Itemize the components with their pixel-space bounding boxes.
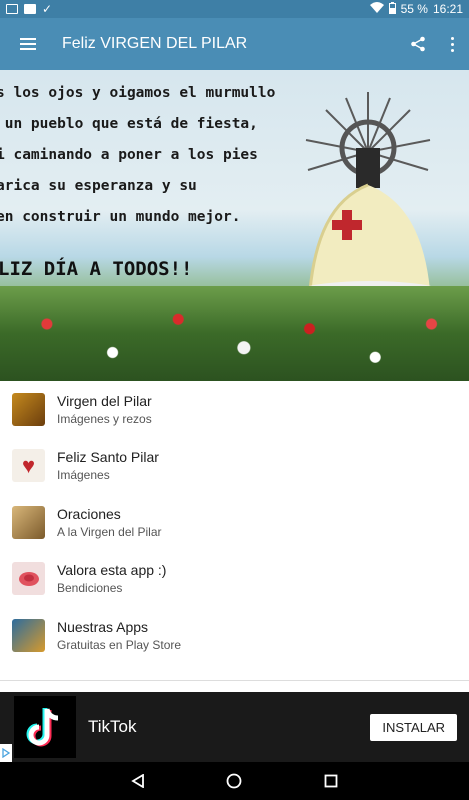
banner-greeting: LIZ DÍA A TODOS!! [0,258,193,280]
list-item-title: Oraciones [57,505,121,522]
wifi-icon [369,2,384,16]
battery-icon [388,1,396,17]
recents-icon[interactable] [316,766,346,796]
list-item-valora-app[interactable]: Valora esta app :) Bendiciones [0,551,469,608]
more-vert-icon[interactable] [435,18,469,70]
list-item-virgen-del-pilar[interactable]: Virgen del Pilar Imágenes y rezos [0,381,469,438]
ad-app-name: TikTok [88,717,137,736]
image-notification-icon [24,4,36,14]
home-icon[interactable] [219,766,249,796]
flower-offering-image [0,286,469,381]
apps-thumb-icon [12,618,45,652]
virgin-thumb-icon [12,392,45,426]
page-title: Feliz VIRGEN DEL PILAR [62,35,248,52]
ad-choices-icon[interactable] [0,744,12,762]
list-item-title: Valora esta app :) [57,562,167,579]
battery-percent: 55 % [400,2,428,16]
banner-line: arica su esperanza y su [0,178,197,194]
banner-line: en construir un mundo mejor. [0,209,241,225]
list-item-title: Feliz Santo Pilar [57,449,159,466]
list-item-feliz-santo-pilar[interactable]: ♥ Feliz Santo Pilar Imágenes [0,438,469,495]
menu-icon[interactable] [0,18,56,70]
rose-thumb-icon [12,562,45,596]
banner-line: i caminando a poner a los pies [0,147,258,163]
system-nav-bar [0,762,469,800]
list-item-oraciones[interactable]: Oraciones A la Virgen del Pilar [0,494,469,551]
ad-banner[interactable]: TikTok INSTALAR [0,692,469,762]
banner-line: un pueblo que está de fiesta, [0,116,258,132]
list-item-subtitle: Imágenes y rezos [57,411,152,426]
divider [0,680,469,681]
list-item-subtitle: Gratuitas en Play Store [57,637,182,652]
list-item-subtitle: Imágenes [57,468,110,483]
banner-line: s los ojos y oigamos el murmullo [0,85,276,101]
list-item-nuestras-apps[interactable]: Nuestras Apps Gratuitas en Play Store [0,607,469,664]
status-bar: ✓ 55 % 16:21 [0,0,469,18]
banner-verse: s los ojos y oigamos el murmullo un pueb… [0,78,275,233]
prayer-thumb-icon [12,505,45,539]
header-banner-image: s los ojos y oigamos el murmullo un pueb… [0,70,469,381]
app-toolbar: Feliz VIRGEN DEL PILAR [0,18,469,70]
tiktok-logo-icon [14,696,76,758]
install-button[interactable]: INSTALAR [370,713,457,741]
list-item-title: Virgen del Pilar [57,392,152,409]
list-item-subtitle: A la Virgen del Pilar [57,524,162,539]
list-item-title: Nuestras Apps [57,618,149,635]
heart-thumb-icon: ♥ [12,449,45,483]
list-item-subtitle: Bendiciones [57,581,123,596]
clock: 16:21 [432,2,463,16]
mail-notification-icon [6,4,18,14]
menu-list: Virgen del Pilar Imágenes y rezos ♥ Feli… [0,381,469,664]
back-icon[interactable] [123,766,153,796]
check-notification-icon: ✓ [42,2,53,16]
share-icon[interactable] [401,18,435,70]
